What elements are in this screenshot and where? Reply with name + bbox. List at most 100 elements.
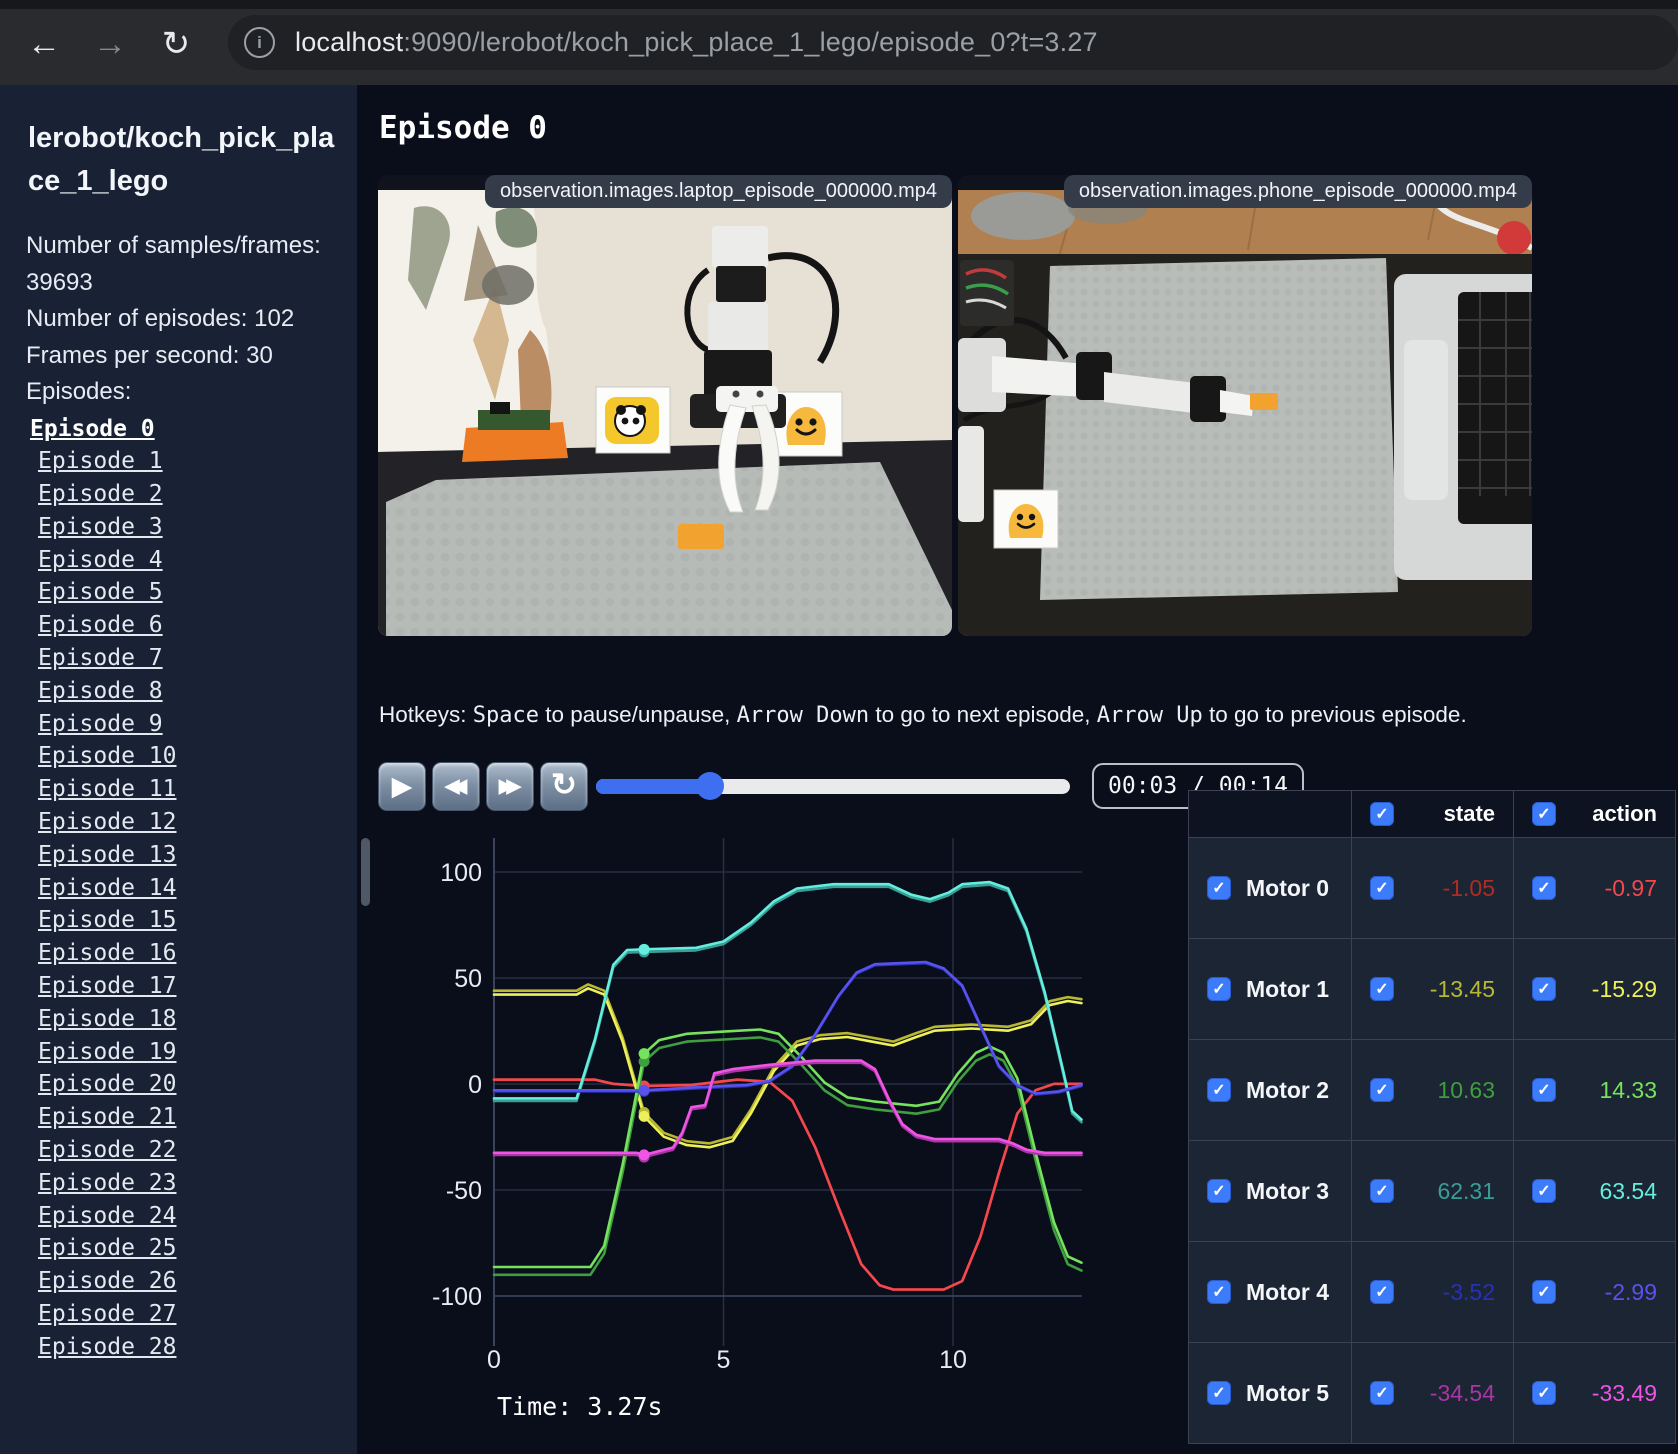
svg-text:-50: -50 xyxy=(446,1177,482,1205)
episode-link[interactable]: Episode 3 xyxy=(38,511,163,544)
episode-link[interactable]: Episode 0 xyxy=(30,413,155,446)
action-column-header: action xyxy=(1592,801,1657,826)
episode-link[interactable]: Episode 12 xyxy=(38,806,176,839)
back-button[interactable]: ← xyxy=(22,22,66,66)
laptop-trackpad xyxy=(1404,340,1448,500)
episode-link[interactable]: Episode 5 xyxy=(38,576,163,609)
episode-link[interactable]: Episode 11 xyxy=(38,773,176,806)
episode-link[interactable]: Episode 27 xyxy=(38,1298,176,1331)
video-title-phone: observation.images.phone_episode_000000.… xyxy=(1063,175,1532,208)
hotkey-text: to go to next episode, xyxy=(869,702,1097,727)
lego-baseplate xyxy=(1040,258,1398,600)
episode-link[interactable]: Episode 16 xyxy=(38,937,176,970)
video-phone[interactable]: observation.images.phone_episode_000000.… xyxy=(958,175,1532,636)
action-value: -33.49 xyxy=(1591,1379,1657,1406)
checkbox[interactable]: ✓ xyxy=(1207,1381,1231,1405)
episode-link[interactable]: Episode 22 xyxy=(38,1134,176,1167)
svg-text:-100: -100 xyxy=(432,1283,482,1311)
checkbox[interactable]: ✓ xyxy=(1532,977,1556,1001)
lego-baseplate xyxy=(386,462,952,636)
episode-link[interactable]: Episode 1 xyxy=(38,445,163,478)
action-value: -15.29 xyxy=(1591,975,1657,1002)
state-value: -3.52 xyxy=(1442,1278,1495,1305)
episode-link[interactable]: Episode 15 xyxy=(38,904,176,937)
hotkey-key: Arrow Up xyxy=(1096,703,1203,728)
episode-link[interactable]: Episode 28 xyxy=(38,1331,176,1364)
episode-link[interactable]: Episode 25 xyxy=(38,1232,176,1265)
checkbox[interactable]: ✓ xyxy=(1370,1078,1394,1102)
checkbox[interactable]: ✓ xyxy=(1207,977,1231,1001)
episode-link[interactable]: Episode 6 xyxy=(38,609,163,642)
stat-episodes: Number of episodes: 102 xyxy=(26,305,295,332)
episode-link[interactable]: Episode 19 xyxy=(38,1036,176,1069)
motor-label: Motor 1 xyxy=(1246,975,1330,1002)
url-path: :9090/lerobot/koch_pick_place_1_lego/epi… xyxy=(403,27,1098,57)
action-value: -2.99 xyxy=(1604,1278,1657,1305)
motor-row: ✓ Motor 0 ✓ -1.05 ✓ -0.97 xyxy=(1188,837,1676,939)
svg-text:100: 100 xyxy=(440,859,482,887)
checkbox[interactable]: ✓ xyxy=(1370,802,1394,826)
reload-button[interactable]: ↻ xyxy=(154,22,198,66)
page-info-icon[interactable]: i xyxy=(244,27,275,58)
checkbox[interactable]: ✓ xyxy=(1207,1280,1231,1304)
checkbox[interactable]: ✓ xyxy=(1532,1078,1556,1102)
chart-time-label: Time: 3.27s xyxy=(497,1392,663,1421)
episode-list: Episode 0 Episode 1 Episode 2 Episode 3 Epis… xyxy=(30,413,357,1364)
motor-label: Motor 4 xyxy=(1246,1278,1330,1305)
state-value: -1.05 xyxy=(1442,874,1495,901)
checkbox[interactable]: ✓ xyxy=(1532,1381,1556,1405)
episode-link[interactable]: Episode 8 xyxy=(38,675,163,708)
browser-tab-strip xyxy=(0,0,1678,9)
checkbox[interactable]: ✓ xyxy=(1370,1280,1394,1304)
scrollbar-thumb[interactable] xyxy=(361,838,370,906)
checkbox[interactable]: ✓ xyxy=(1532,1179,1556,1203)
episode-link[interactable]: Episode 20 xyxy=(38,1068,176,1101)
sidebar: lerobot/koch_pick_place_1_lego Number of… xyxy=(0,85,357,1454)
video-laptop[interactable]: observation.images.laptop_episode_000000… xyxy=(378,175,952,636)
episode-link[interactable]: Episode 9 xyxy=(38,708,163,741)
episode-link[interactable]: Episode 24 xyxy=(38,1200,176,1233)
laptop-keyboard xyxy=(1458,292,1532,524)
checkbox[interactable]: ✓ xyxy=(1370,1179,1394,1203)
episode-link[interactable]: Episode 4 xyxy=(38,544,163,577)
checkbox[interactable]: ✓ xyxy=(1207,1179,1231,1203)
episode-link[interactable]: Episode 2 xyxy=(38,478,163,511)
orange-brick xyxy=(678,524,724,549)
motors-chart: 100 50 0 -50 -100 0 5 10 xyxy=(432,838,1083,1374)
state-column-header: state xyxy=(1443,801,1495,826)
checkbox[interactable]: ✓ xyxy=(1370,977,1394,1001)
episode-link[interactable]: Episode 17 xyxy=(38,970,176,1003)
checkbox[interactable]: ✓ xyxy=(1207,876,1231,900)
action-value: 14.33 xyxy=(1599,1076,1657,1103)
browser-toolbar: ← → ↻ i localhost:9090/lerobot/koch_pick… xyxy=(0,0,1678,85)
episode-link[interactable]: Episode 23 xyxy=(38,1167,176,1200)
motor-label: Motor 3 xyxy=(1246,1177,1330,1204)
episode-link[interactable]: Episode 21 xyxy=(38,1101,176,1134)
stat-fps: Frames per second: 30 xyxy=(26,341,273,369)
hotkey-text: to pause/unpause, xyxy=(539,702,737,727)
reload-icon: ↻ xyxy=(161,25,191,63)
checkbox[interactable]: ✓ xyxy=(1207,1078,1231,1102)
motor-label: Motor 2 xyxy=(1246,1076,1330,1103)
forward-button[interactable]: → xyxy=(88,22,132,66)
checkbox[interactable]: ✓ xyxy=(1532,1280,1556,1304)
svg-text:10: 10 xyxy=(939,1346,967,1374)
phone-video-frame xyxy=(958,190,1532,636)
url-bar[interactable]: i localhost:9090/lerobot/koch_pick_place… xyxy=(228,15,1678,70)
state-value: 10.63 xyxy=(1437,1076,1495,1103)
action-value: 63.54 xyxy=(1599,1177,1657,1204)
episode-link[interactable]: Episode 14 xyxy=(38,872,176,905)
checkbox[interactable]: ✓ xyxy=(1532,876,1556,900)
stat-samples: Number of samples/frames: 39693 xyxy=(26,232,321,296)
episode-link[interactable]: Episode 10 xyxy=(38,740,176,773)
episode-link[interactable]: Episode 13 xyxy=(38,839,176,872)
checkbox[interactable]: ✓ xyxy=(1370,876,1394,900)
episode-link[interactable]: Episode 18 xyxy=(38,1003,176,1036)
state-value: 62.31 xyxy=(1437,1177,1495,1204)
svg-text:50: 50 xyxy=(454,965,482,993)
checkbox[interactable]: ✓ xyxy=(1370,1381,1394,1405)
hotkey-key: Arrow Down xyxy=(736,703,870,728)
checkbox[interactable]: ✓ xyxy=(1532,802,1556,826)
episode-link[interactable]: Episode 26 xyxy=(38,1265,176,1298)
episode-link[interactable]: Episode 7 xyxy=(38,642,163,675)
